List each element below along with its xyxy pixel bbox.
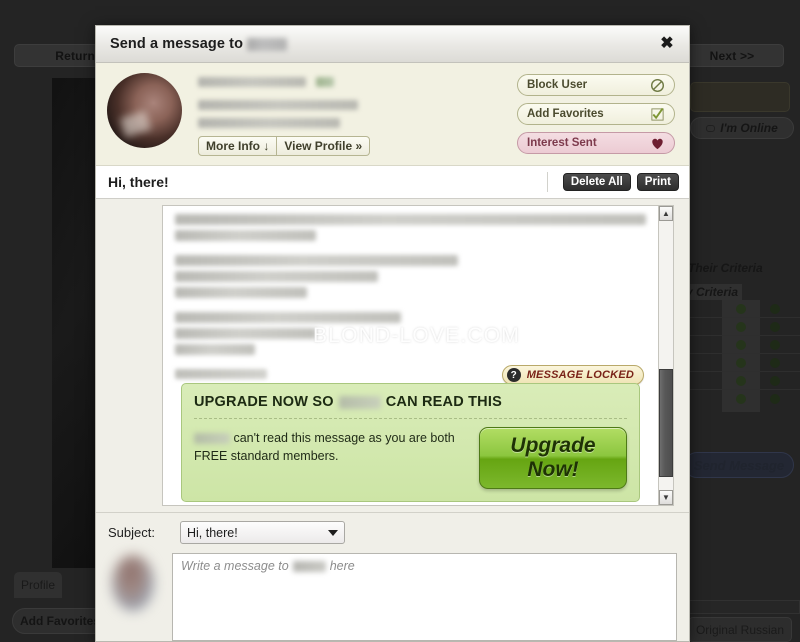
upgrade-body-text: can't read this message as you are both …: [194, 431, 455, 463]
profile-header: More Info ↓ View Profile » Block User Ad…: [96, 63, 689, 166]
upgrade-now-button[interactable]: Upgrade Now!: [479, 427, 627, 489]
message-footer: ? MESSAGE LOCKED: [175, 365, 646, 385]
subject-row: Subject: Hi, there!: [108, 521, 677, 544]
view-profile-button[interactable]: View Profile »: [277, 136, 371, 156]
message-scroll-container: BLOND-LOVE.COM ? MESSAGE LOCKED UPGRADE …: [162, 205, 674, 506]
upgrade-title: UPGRADE NOW SO CAN READ THIS: [194, 394, 627, 410]
compose-section: Subject: Hi, there! Write a message to h…: [96, 512, 689, 641]
their-criteria-header: Their Criteria: [688, 261, 763, 275]
dialog-title: Send a message to: [110, 36, 288, 52]
upgrade-promo-panel: UPGRADE NOW SO CAN READ THIS can't read …: [181, 383, 640, 502]
divider: [546, 172, 548, 192]
redacted-username-placeholder: [292, 560, 326, 572]
im-online-button[interactable]: I'm Online: [690, 117, 794, 139]
more-info-button[interactable]: More Info ↓: [198, 136, 278, 156]
subject-select[interactable]: Hi, there!: [180, 521, 345, 544]
heart-icon: [650, 136, 665, 151]
delete-all-button[interactable]: Delete All: [562, 173, 631, 191]
im-online-label: I'm Online: [720, 121, 778, 135]
block-user-button[interactable]: Block User: [517, 74, 675, 96]
close-icon[interactable]: ✖: [653, 30, 681, 56]
message-paragraph: [175, 312, 646, 355]
add-favorites-label: Add Favorites: [527, 108, 604, 120]
check-icon: [650, 107, 665, 122]
chevron-down-icon: [328, 529, 338, 536]
thread-subject: Hi, there!: [108, 174, 169, 190]
next-button[interactable]: Next >>: [680, 44, 784, 67]
scroll-up-icon[interactable]: ▲: [659, 206, 673, 221]
upgrade-body: can't read this message as you are both …: [194, 427, 627, 489]
scroll-down-icon[interactable]: ▼: [659, 490, 673, 505]
avatar[interactable]: [107, 73, 182, 148]
upgrade-divider: [194, 418, 627, 419]
send-message-button[interactable]: Send Message: [684, 452, 794, 478]
upgrade-text: can't read this message as you are both …: [194, 427, 479, 465]
redacted-username: [247, 37, 288, 51]
background-add-favorites-button[interactable]: Add Favorites: [12, 608, 108, 634]
upgrade-title-before: UPGRADE NOW SO: [194, 394, 334, 410]
message-placeholder-after: here: [329, 559, 355, 573]
question-mark-icon: ?: [506, 368, 521, 382]
profile-actions: Block User Add Favorites Interest Sent: [517, 74, 675, 154]
send-message-dialog: Send a message to ✖ More Info ↓ View Pro…: [95, 25, 690, 642]
upgrade-button-line-1: Upgrade: [510, 434, 596, 457]
original-russian-button[interactable]: Original Russian: [688, 617, 792, 642]
page-root: Return To Next >> I'm Online Their Crite…: [0, 0, 800, 642]
print-button[interactable]: Print: [636, 173, 679, 191]
message-paragraph: [175, 255, 646, 298]
add-favorites-button[interactable]: Add Favorites: [517, 103, 675, 125]
block-user-label: Block User: [527, 79, 588, 91]
criteria-grid: [680, 300, 800, 412]
message-locked-label: MESSAGE LOCKED: [526, 369, 634, 381]
message-scrollbar[interactable]: ▲ ▼: [658, 206, 673, 505]
redacted-profile-line-2: [198, 100, 358, 110]
profile-tab[interactable]: Profile: [14, 572, 62, 598]
scrollbar-track[interactable]: [659, 221, 673, 490]
message-placeholder-before: Write a message to: [181, 559, 289, 573]
upgrade-title-after: CAN READ THIS: [385, 394, 502, 410]
dialog-title-text: Send a message to: [110, 36, 244, 52]
interest-sent-button[interactable]: Interest Sent: [517, 132, 675, 154]
redacted-profile-status: [316, 77, 334, 87]
dialog-titlebar: Send a message to ✖: [96, 26, 689, 63]
redacted-username-body: [194, 433, 230, 445]
compose-avatar: [108, 553, 158, 615]
message-thread-area: BLOND-LOVE.COM ? MESSAGE LOCKED UPGRADE …: [96, 199, 689, 512]
redacted-timestamp: [175, 369, 267, 379]
redacted-profile-line-3: [198, 118, 340, 128]
message-input[interactable]: Write a message to here: [172, 553, 677, 641]
interest-sent-label: Interest Sent: [527, 137, 597, 149]
background-panel: [676, 600, 800, 614]
chat-bubble-icon: [706, 124, 716, 132]
message-locked-badge: ? MESSAGE LOCKED: [501, 365, 644, 385]
redacted-username-upgrade: [338, 395, 381, 409]
message-paragraph: [175, 214, 646, 241]
message-placeholder: Write a message to here: [181, 559, 668, 573]
background-input-field[interactable]: [690, 82, 790, 112]
subject-select-value: Hi, there!: [187, 525, 238, 540]
subject-label: Subject:: [108, 525, 155, 540]
message-content: BLOND-LOVE.COM ? MESSAGE LOCKED UPGRADE …: [163, 206, 658, 505]
thread-subject-bar: Hi, there! Delete All Print: [96, 166, 689, 199]
redacted-profile-name: [198, 77, 306, 87]
upgrade-button-line-2: Now!: [527, 458, 579, 481]
scrollbar-thumb[interactable]: [659, 368, 673, 477]
block-icon: [650, 78, 665, 93]
compose-row: Write a message to here: [108, 553, 677, 641]
